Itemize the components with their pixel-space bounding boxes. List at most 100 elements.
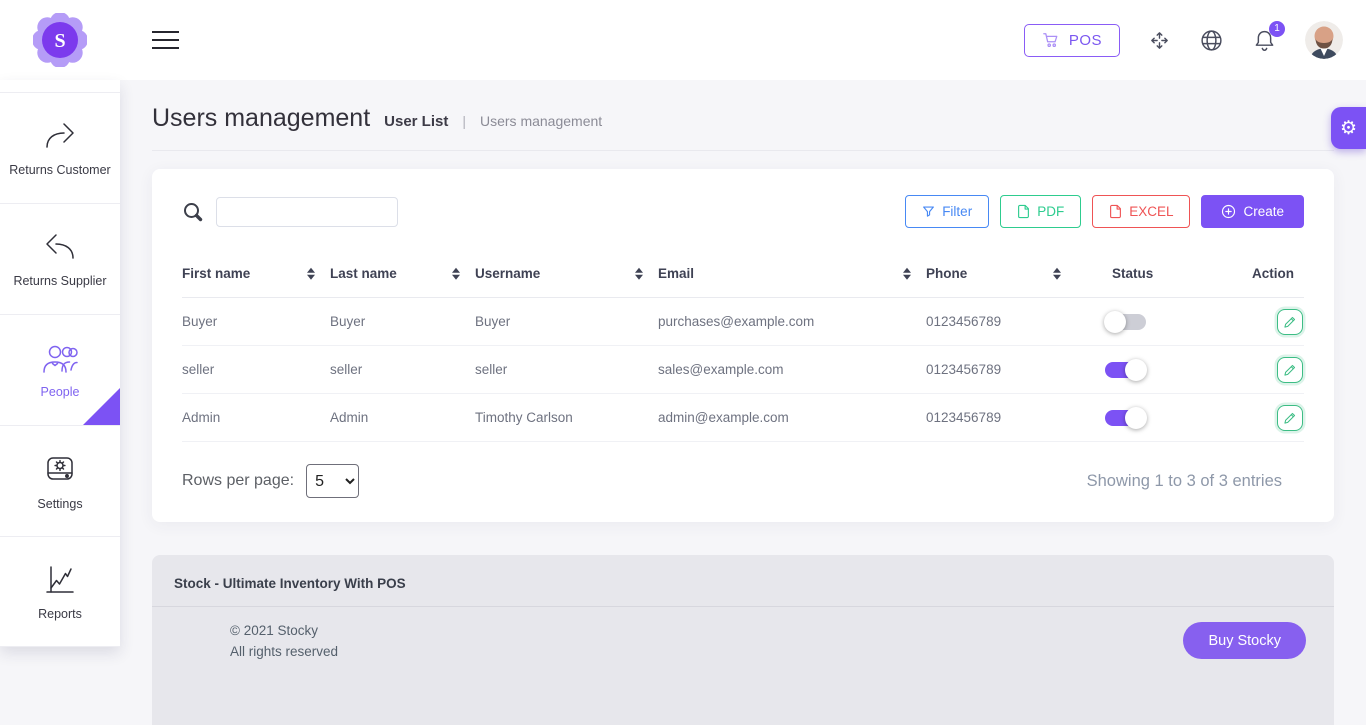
notifications-button[interactable]: 1 xyxy=(1252,20,1285,53)
sort-icon xyxy=(903,267,911,280)
pos-button[interactable]: POS xyxy=(1023,23,1120,57)
filter-button[interactable]: Filter xyxy=(905,195,990,228)
column-header-email[interactable]: Email xyxy=(658,250,926,298)
status-toggle[interactable] xyxy=(1105,358,1147,381)
pdf-export-button[interactable]: PDF xyxy=(1000,195,1082,228)
filter-label: Filter xyxy=(942,204,973,219)
sort-icon xyxy=(1053,267,1061,280)
table-row: Buyer Buyer Buyer purchases@example.com … xyxy=(182,297,1304,346)
excel-export-button[interactable]: EXCEL xyxy=(1092,195,1191,228)
edit-user-button[interactable] xyxy=(1277,308,1303,335)
column-header-phone[interactable]: Phone xyxy=(926,250,1076,298)
cell-username: seller xyxy=(475,345,658,394)
search-icon xyxy=(184,202,203,221)
footer-heading: Stock - Ultimate Inventory With POS xyxy=(174,576,406,591)
cell-email: sales@example.com xyxy=(658,345,926,394)
rows-per-page-label: Rows per page: xyxy=(182,472,295,489)
create-user-button[interactable]: Create xyxy=(1201,195,1304,228)
sidebar-item-returns-customer[interactable]: Returns Customer xyxy=(0,92,120,203)
breadcrumb-current: Users management xyxy=(480,113,603,129)
column-label: Last name xyxy=(330,266,397,281)
copyright-text: © 2021 Stocky xyxy=(230,623,318,638)
notification-badge: 1 xyxy=(1269,20,1285,37)
entries-summary: Showing 1 to 3 of 3 entries xyxy=(1086,471,1282,490)
pdf-label: PDF xyxy=(1037,204,1065,219)
column-header-status: Status xyxy=(1076,250,1226,298)
table-header-row: First name Last name Username Email Phon… xyxy=(182,250,1304,298)
theme-settings-button[interactable]: ⚙ xyxy=(1331,107,1366,149)
avatar-image xyxy=(1305,21,1343,59)
fullscreen-button[interactable] xyxy=(1148,29,1171,52)
page-title: Users management xyxy=(152,104,371,132)
stocky-logo-icon: S xyxy=(33,13,87,67)
column-label: Email xyxy=(658,266,695,281)
main-content: ⚙ Users management User List | Users man… xyxy=(120,80,1366,725)
sidebar-item-label: Returns Customer xyxy=(9,162,111,177)
sidebar-item-returns-supplier[interactable]: Returns Supplier xyxy=(0,203,120,314)
column-label: Username xyxy=(475,266,541,281)
reports-icon xyxy=(46,566,74,593)
returns-supplier-icon xyxy=(46,233,74,259)
table-row: seller seller seller sales@example.com 0… xyxy=(182,345,1304,394)
cell-last-name: Buyer xyxy=(330,297,475,346)
sidebar-item-people[interactable]: People xyxy=(0,314,120,425)
cell-email: purchases@example.com xyxy=(658,297,926,346)
pos-label: POS xyxy=(1068,31,1102,49)
edit-user-button[interactable] xyxy=(1277,356,1303,383)
breadcrumb-separator: | xyxy=(462,113,466,129)
cart-icon xyxy=(1042,33,1058,48)
column-header-first-name[interactable]: First name xyxy=(182,250,330,298)
cell-action xyxy=(1226,297,1304,346)
column-header-username[interactable]: Username xyxy=(475,250,658,298)
excel-label: EXCEL xyxy=(1129,204,1174,219)
status-toggle[interactable] xyxy=(1104,310,1146,333)
footer: Stock - Ultimate Inventory With POS © 20… xyxy=(152,555,1334,725)
sidebar: Returns Customer Returns Supplier People xyxy=(0,80,120,647)
sidebar-item-settings[interactable]: Settings xyxy=(0,425,120,536)
pencil-icon xyxy=(1284,316,1296,328)
cell-action xyxy=(1226,345,1304,394)
status-toggle[interactable] xyxy=(1105,406,1147,429)
column-label: Phone xyxy=(926,266,968,281)
cell-last-name: seller xyxy=(330,345,475,394)
column-header-action: Action xyxy=(1226,250,1304,298)
pencil-icon xyxy=(1284,412,1296,424)
language-button[interactable] xyxy=(1199,28,1224,53)
header-divider xyxy=(152,150,1334,151)
funnel-icon xyxy=(923,206,935,217)
users-table-card: Filter PDF EXCEL Create First name Last … xyxy=(152,169,1334,522)
cell-username: Buyer xyxy=(475,297,658,346)
breadcrumb-user-list[interactable]: User List xyxy=(384,113,448,130)
cell-action xyxy=(1226,393,1304,442)
expand-arrows-icon xyxy=(1151,31,1168,49)
pdf-file-icon xyxy=(1018,204,1030,219)
footer-bottom: © 2021 Stocky All rights reserved Buy St… xyxy=(152,607,1334,662)
buy-stocky-button[interactable]: Buy Stocky xyxy=(1183,622,1306,659)
svg-text:S: S xyxy=(54,30,65,52)
cell-status xyxy=(1076,345,1226,394)
table-toolbar: Filter PDF EXCEL Create xyxy=(182,195,1304,228)
cell-first-name: seller xyxy=(182,345,330,394)
cell-first-name: Admin xyxy=(182,393,330,442)
user-avatar[interactable] xyxy=(1305,21,1343,59)
cell-username: Timothy Carlson xyxy=(475,393,658,442)
sidebar-item-label: Reports xyxy=(38,607,82,621)
cell-phone: 0123456789 xyxy=(926,345,1076,394)
cell-last-name: Admin xyxy=(330,393,475,442)
copyright-block: © 2021 Stocky All rights reserved xyxy=(230,620,338,662)
column-label: Action xyxy=(1252,266,1294,281)
people-icon xyxy=(43,345,78,373)
returns-customer-icon xyxy=(46,122,74,148)
sidebar-item-label: People xyxy=(40,384,80,399)
search-input[interactable] xyxy=(216,196,398,227)
column-header-last-name[interactable]: Last name xyxy=(330,250,475,298)
column-label: Status xyxy=(1112,266,1154,281)
column-label: First name xyxy=(182,266,251,281)
edit-user-button[interactable] xyxy=(1277,404,1303,431)
menu-toggle-button[interactable] xyxy=(152,31,179,49)
rows-per-page-select[interactable]: 5 xyxy=(306,464,360,498)
sort-icon xyxy=(452,267,460,280)
app-logo[interactable]: S xyxy=(33,13,87,67)
sidebar-item-reports[interactable]: Reports xyxy=(0,536,120,647)
sort-icon xyxy=(307,267,315,280)
